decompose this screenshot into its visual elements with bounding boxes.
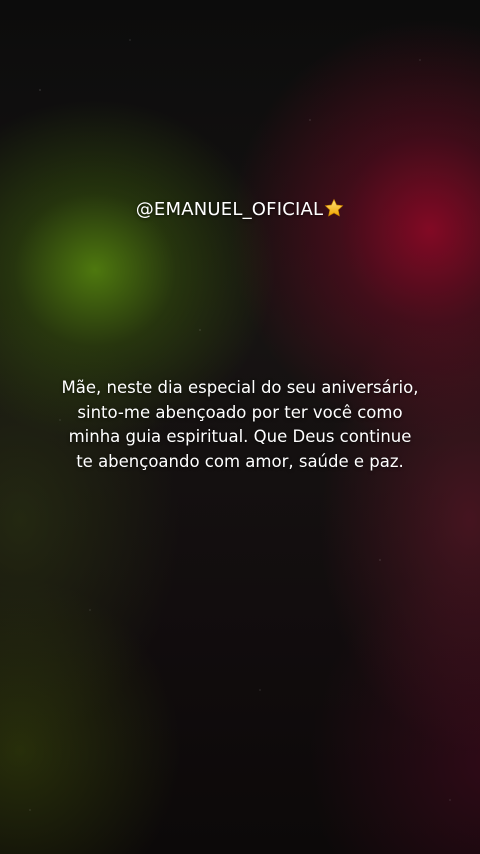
message-text: Mãe, neste dia especial do seu aniversár…: [61, 378, 419, 471]
author-handle: @EMANUEL_OFICIAL: [0, 198, 480, 220]
story-screen: @EMANUEL_OFICIAL Mãe, neste dia especial…: [0, 0, 480, 854]
author-handle-text: @EMANUEL_OFICIAL: [135, 199, 324, 220]
star-icon: [324, 198, 344, 218]
